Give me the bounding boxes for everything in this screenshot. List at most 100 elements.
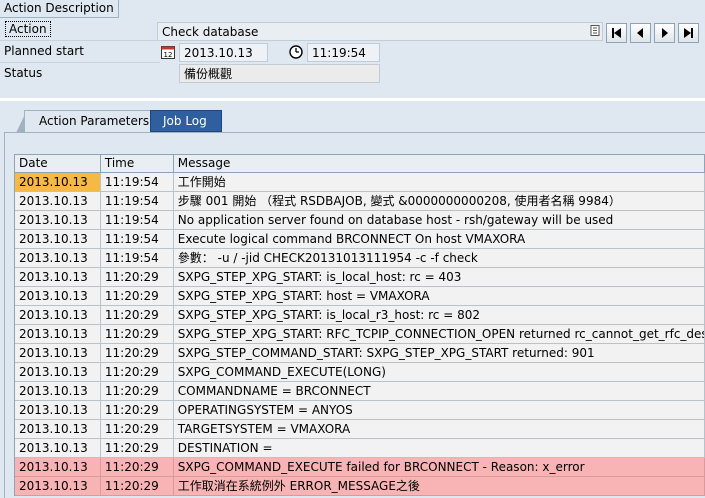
date-cell[interactable]: 2013.10.13 (15, 325, 101, 344)
table-row[interactable]: 2013.10.13 11:19:54 Execute logical comman… (15, 230, 705, 249)
svg-text:12: 12 (164, 51, 173, 59)
last-page-icon (684, 28, 693, 38)
date-cell[interactable]: 2013.10.13 (15, 382, 101, 401)
message-cell[interactable]: SXPG_COMMAND_EXECUTE failed for BRCONNEC… (173, 458, 705, 477)
time-cell[interactable]: 11:20:29 (100, 401, 174, 420)
message-cell[interactable]: TARGETSYSTEM = VMAXORA (173, 420, 705, 439)
action-label: Action (5, 21, 51, 37)
planned-start-time: 11:19:54 (312, 46, 366, 60)
column-header-date[interactable]: Date (15, 155, 101, 173)
status-value: 備份概觀 (184, 67, 233, 81)
date-cell[interactable]: 2013.10.13 (15, 249, 101, 268)
table-row[interactable]: 2013.10.13 11:19:54 參數： -u / -jid CHECK201… (15, 249, 705, 268)
date-cell[interactable]: 2013.10.13 (15, 439, 101, 458)
planned-start-date: 2013.10.13 (184, 46, 253, 60)
time-cell[interactable]: 11:19:54 (100, 211, 174, 230)
time-cell[interactable]: 11:20:29 (100, 344, 174, 363)
last-page-button[interactable] (678, 23, 699, 43)
tab-job-log[interactable]: Job Log (150, 110, 222, 132)
time-cell[interactable]: 11:20:29 (100, 325, 174, 344)
planned-start-label: Planned start (4, 44, 84, 58)
time-cell[interactable]: 11:20:29 (100, 458, 174, 477)
action-field[interactable]: Check database (157, 22, 603, 41)
time-cell[interactable]: 11:20:29 (100, 287, 174, 306)
table-row[interactable]: 2013.10.13 11:20:29 SXPG_STEP_XPG_START: i… (15, 268, 705, 287)
message-cell[interactable]: No application server found on database … (173, 211, 705, 230)
status-field: 備份概觀 (179, 64, 380, 83)
date-cell[interactable]: 2013.10.13 (15, 363, 101, 382)
table-row[interactable]: 2013.10.13 11:19:54 步驟 001 開始 （程式 RSDBAJOB… (15, 192, 705, 211)
time-cell[interactable]: 11:20:29 (100, 268, 174, 287)
date-cell[interactable]: 2013.10.13 (15, 401, 101, 420)
message-cell[interactable]: SXPG_STEP_XPG_START: is_local_host: rc =… (173, 268, 705, 287)
next-page-button[interactable] (654, 23, 675, 43)
table-row[interactable]: 2013.10.13 11:19:54 工作開始 (15, 173, 705, 192)
message-cell[interactable]: SXPG_COMMAND_EXECUTE(LONG) (173, 363, 705, 382)
message-cell[interactable]: COMMANDNAME = BRCONNECT (173, 382, 705, 401)
date-cell[interactable]: 2013.10.13 (15, 477, 101, 496)
message-cell[interactable]: 參數： -u / -jid CHECK20131013111954 -c -f … (173, 249, 705, 268)
table-body: 2013.10.13 11:19:54 工作開始 2013.10.13 11:19:54… (15, 173, 705, 496)
time-cell[interactable]: 11:20:29 (100, 420, 174, 439)
message-cell[interactable]: DESTINATION = (173, 439, 705, 458)
date-cell[interactable]: 2013.10.13 (15, 192, 101, 211)
header-separator (0, 40, 160, 41)
table-row[interactable]: 2013.10.13 11:20:29 工作取消在系統例外 ERROR_MESSAG… (15, 477, 705, 496)
date-cell[interactable]: 2013.10.13 (15, 211, 101, 230)
message-cell[interactable]: 步驟 001 開始 （程式 RSDBAJOB, 變式 &000000000020… (173, 192, 705, 211)
time-cell[interactable]: 11:19:54 (100, 230, 174, 249)
column-header-message[interactable]: Message (173, 155, 705, 173)
table-row[interactable]: 2013.10.13 11:20:29 SXPG_STEP_XPG_START: i… (15, 306, 705, 325)
table-row[interactable]: 2013.10.13 11:20:29 DESTINATION = (15, 439, 705, 458)
time-cell[interactable]: 11:20:29 (100, 363, 174, 382)
date-cell[interactable]: 2013.10.13 (15, 287, 101, 306)
date-cell[interactable]: 2013.10.13 (15, 420, 101, 439)
clock-icon[interactable] (289, 45, 303, 59)
date-cell[interactable]: 2013.10.13 (15, 268, 101, 287)
message-cell[interactable]: SXPG_STEP_XPG_START: RFC_TCPIP_CONNECTIO… (173, 325, 705, 344)
status-label: Status (4, 66, 43, 80)
message-cell[interactable]: 工作開始 (173, 173, 705, 192)
message-cell[interactable]: 工作取消在系統例外 ERROR_MESSAGE之後 (173, 477, 705, 496)
time-cell[interactable]: 11:19:54 (100, 249, 174, 268)
time-cell[interactable]: 11:20:29 (100, 477, 174, 496)
time-cell[interactable]: 11:20:29 (100, 439, 174, 458)
planned-start-date-field[interactable]: 2013.10.13 (179, 43, 268, 62)
table-row[interactable]: 2013.10.13 11:20:29 OPERATINGSYSTEM = ANYO… (15, 401, 705, 420)
time-cell[interactable]: 11:19:54 (100, 192, 174, 211)
table-row[interactable]: 2013.10.13 11:20:29 SXPG_STEP_XPG_START: h… (15, 287, 705, 306)
date-cell[interactable]: 2013.10.13 (15, 173, 101, 192)
value-help-icon[interactable] (588, 25, 602, 39)
previous-page-button[interactable] (630, 23, 651, 43)
calendar-icon[interactable]: 12 (161, 45, 175, 59)
header-area: Action Check database Planned start 12 2… (0, 18, 705, 98)
date-cell[interactable]: 2013.10.13 (15, 306, 101, 325)
column-header-time[interactable]: Time (100, 155, 174, 173)
date-cell[interactable]: 2013.10.13 (15, 458, 101, 477)
frame-title: Action Description (0, 0, 119, 18)
tab-action-parameters[interactable]: Action Parameters (24, 110, 161, 132)
date-cell[interactable]: 2013.10.13 (15, 344, 101, 363)
planned-start-time-field[interactable]: 11:19:54 (307, 43, 380, 62)
time-cell[interactable]: 11:19:54 (100, 173, 174, 192)
table-row[interactable]: 2013.10.13 11:20:29 TARGETSYSTEM = VMAXORA (15, 420, 705, 439)
message-cell[interactable]: OPERATINGSYSTEM = ANYOS (173, 401, 705, 420)
table-row[interactable]: 2013.10.13 11:20:29 SXPG_STEP_XPG_START: R… (15, 325, 705, 344)
next-page-icon (662, 28, 668, 38)
table-row[interactable]: 2013.10.13 11:19:54 No application server … (15, 211, 705, 230)
date-cell[interactable]: 2013.10.13 (15, 230, 101, 249)
previous-page-icon (637, 28, 643, 38)
table-row[interactable]: 2013.10.13 11:20:29 SXPG_COMMAND_EXECUTE(L… (15, 363, 705, 382)
table-row[interactable]: 2013.10.13 11:20:29 SXPG_STEP_COMMAND_STAR… (15, 344, 705, 363)
job-log-table: Date Time Message 2013.10.13 11:19:54 工作開始… (14, 154, 705, 496)
message-cell[interactable]: SXPG_STEP_XPG_START: is_local_r3_host: r… (173, 306, 705, 325)
table-row[interactable]: 2013.10.13 11:20:29 COMMANDNAME = BRCONNEC… (15, 382, 705, 401)
message-cell[interactable]: SXPG_STEP_XPG_START: host = VMAXORA (173, 287, 705, 306)
table-row[interactable]: 2013.10.13 11:20:29 SXPG_COMMAND_EXECUTE f… (15, 458, 705, 477)
planned-start-row: Planned start 12 2013.10.13 11:19:54 (0, 42, 705, 62)
time-cell[interactable]: 11:20:29 (100, 382, 174, 401)
time-cell[interactable]: 11:20:29 (100, 306, 174, 325)
message-cell[interactable]: Execute logical command BRCONNECT On hos… (173, 230, 705, 249)
message-cell[interactable]: SXPG_STEP_COMMAND_START: SXPG_STEP_XPG_S… (173, 344, 705, 363)
first-page-button[interactable] (606, 23, 627, 43)
